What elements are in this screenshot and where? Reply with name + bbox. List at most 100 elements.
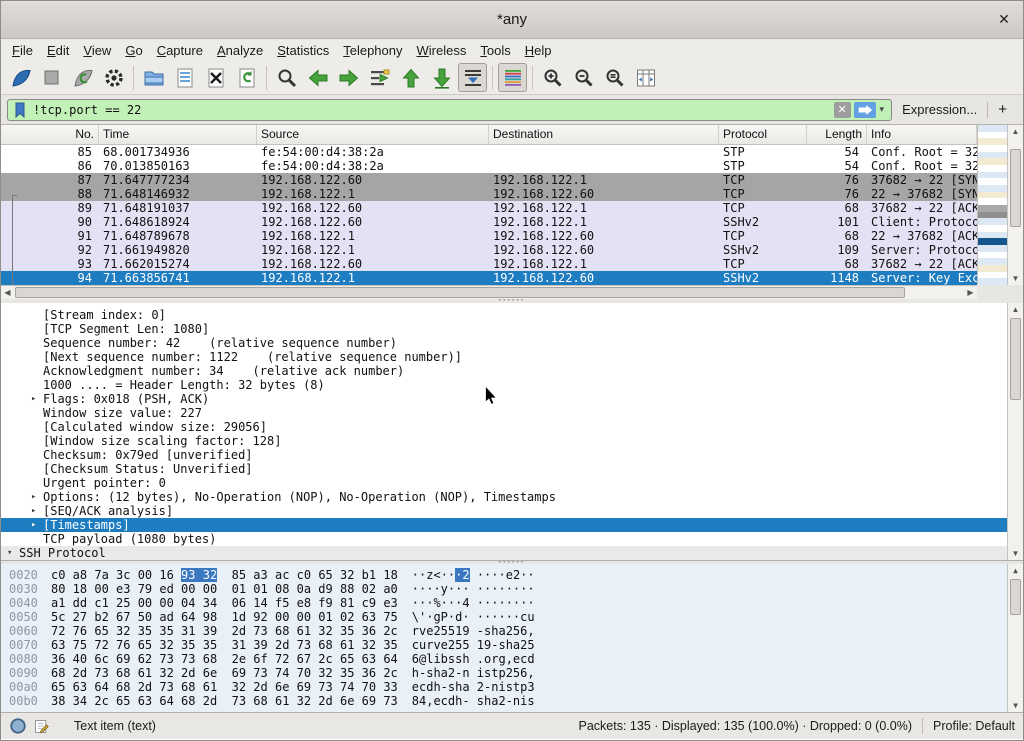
hex-bytes[interactable]: 5c 27 b2 67 50 ad 64 98 1d 92 00 00 01 0… bbox=[51, 610, 398, 624]
detail-line[interactable]: [Stream index: 0] bbox=[1, 308, 1007, 322]
expression-button[interactable]: Expression... bbox=[892, 102, 987, 117]
profile-selector[interactable]: Profile: Default bbox=[933, 719, 1015, 733]
hex-ascii[interactable]: ecdh-sha 2-nistp3 bbox=[412, 680, 535, 694]
hex-bytes[interactable]: 65 63 64 68 2d 73 68 61 32 2d 6e 69 73 7… bbox=[51, 680, 398, 694]
detail-line[interactable]: Checksum: 0x79ed [unverified] bbox=[1, 448, 1007, 462]
zoom-100-icon[interactable] bbox=[600, 63, 629, 92]
hex-ascii[interactable]: \'·gP·d· ······cu bbox=[412, 610, 535, 624]
filter-history-dropdown-icon[interactable]: ▾ bbox=[876, 104, 889, 115]
detail-line[interactable]: [Next sequence number: 1122 (relative se… bbox=[1, 350, 1007, 364]
menu-item-capture[interactable]: Capture bbox=[150, 41, 210, 60]
zoom-out-icon[interactable] bbox=[569, 63, 598, 92]
detail-line[interactable]: Acknowledgment number: 34 (relative ack … bbox=[1, 364, 1007, 378]
scroll-down-icon[interactable]: ▼ bbox=[1008, 699, 1023, 712]
column-header-time[interactable]: Time bbox=[99, 125, 257, 144]
bookmark-icon[interactable] bbox=[11, 101, 29, 119]
display-filter-input[interactable]: !tcp.port == 22 ✕ ▾ bbox=[7, 99, 892, 121]
resize-columns-icon[interactable] bbox=[631, 63, 660, 92]
close-file-icon[interactable] bbox=[201, 63, 230, 92]
detail-line[interactable]: [Calculated window size: 29056] bbox=[1, 420, 1007, 434]
zoom-in-icon[interactable] bbox=[538, 63, 567, 92]
detail-line[interactable]: 1000 .... = Header Length: 32 bytes (8) bbox=[1, 378, 1007, 392]
hex-bytes[interactable]: a1 dd c1 25 00 00 04 34 06 14 f5 e8 f9 8… bbox=[51, 596, 398, 610]
detail-line[interactable]: [Checksum Status: Unverified] bbox=[1, 462, 1007, 476]
collapsed-arrow-icon[interactable]: ▸ bbox=[31, 560, 43, 561]
detail-line[interactable]: ▾SSH Protocol bbox=[1, 546, 1007, 560]
column-header-destination[interactable]: Destination bbox=[489, 125, 719, 144]
packet-row-88[interactable]: 8871.648146932192.168.122.1192.168.122.6… bbox=[1, 187, 977, 201]
go-first-icon[interactable] bbox=[396, 63, 425, 92]
restart-capture-icon[interactable] bbox=[68, 63, 97, 92]
detail-line[interactable]: ▸[SEQ/ACK analysis] bbox=[1, 504, 1007, 518]
detail-line[interactable]: TCP payload (1080 bytes) bbox=[1, 532, 1007, 546]
hex-bytes[interactable]: 36 40 6c 69 62 73 73 68 2e 6f 72 67 2c 6… bbox=[51, 652, 398, 666]
hex-row[interactable]: 003080 18 00 e3 79 ed 00 00 01 01 08 0a … bbox=[1, 582, 1023, 596]
detail-line[interactable]: Sequence number: 42 (relative sequence n… bbox=[1, 336, 1007, 350]
column-header-no[interactable]: No. bbox=[1, 125, 99, 144]
packet-list-header[interactable]: No.TimeSourceDestinationProtocolLengthIn… bbox=[1, 125, 977, 145]
scrollbar-thumb[interactable] bbox=[1010, 149, 1021, 227]
column-header-protocol[interactable]: Protocol bbox=[719, 125, 807, 144]
packet-row-91[interactable]: 9171.648789678192.168.122.1192.168.122.6… bbox=[1, 229, 977, 243]
scroll-up-icon[interactable]: ▲ bbox=[1008, 125, 1023, 138]
detail-line[interactable]: ▸SSH Version 2 (encryption:chacha20-poly… bbox=[1, 560, 1007, 561]
packet-list-hscrollbar[interactable]: ◀ ▶ bbox=[1, 285, 977, 299]
hex-row[interactable]: 0020c0 a8 7a 3c 00 16 93 32 85 a3 ac c0 … bbox=[1, 568, 1023, 582]
hex-row[interactable]: 00b038 34 2c 65 63 64 68 2d 73 68 61 32 … bbox=[1, 694, 1023, 708]
intelligent-scrollbar-minimap[interactable] bbox=[977, 125, 1007, 285]
scroll-left-icon[interactable]: ◀ bbox=[1, 286, 14, 299]
hex-bytes[interactable]: 80 18 00 e3 79 ed 00 00 01 01 08 0a d9 8… bbox=[51, 582, 398, 596]
detail-line[interactable]: ▸Options: (12 bytes), No-Operation (NOP)… bbox=[1, 490, 1007, 504]
find-packet-icon[interactable] bbox=[272, 63, 301, 92]
column-header-length[interactable]: Length bbox=[807, 125, 867, 144]
packet-row-87[interactable]: 8771.647777234192.168.122.60192.168.122.… bbox=[1, 173, 977, 187]
expert-info-icon[interactable] bbox=[9, 717, 27, 735]
scrollbar-thumb[interactable] bbox=[15, 287, 905, 298]
hex-row[interactable]: 00505c 27 b2 67 50 ad 64 98 1d 92 00 00 … bbox=[1, 610, 1023, 624]
packet-row-89[interactable]: 8971.648191037192.168.122.60192.168.122.… bbox=[1, 201, 977, 215]
menu-item-go[interactable]: Go bbox=[118, 41, 149, 60]
menu-item-edit[interactable]: Edit bbox=[40, 41, 76, 60]
detail-line[interactable]: Urgent pointer: 0 bbox=[1, 476, 1007, 490]
menu-item-tools[interactable]: Tools bbox=[473, 41, 517, 60]
column-header-source[interactable]: Source bbox=[257, 125, 489, 144]
colorize-icon[interactable] bbox=[498, 63, 527, 92]
save-file-icon[interactable] bbox=[170, 63, 199, 92]
hex-row[interactable]: 00a065 63 64 68 2d 73 68 61 32 2d 6e 69 … bbox=[1, 680, 1023, 694]
details-vscrollbar[interactable]: ▲ ▼ bbox=[1007, 303, 1023, 560]
collapsed-arrow-icon[interactable]: ▸ bbox=[31, 504, 43, 518]
scroll-up-icon[interactable]: ▲ bbox=[1008, 303, 1023, 316]
hex-bytes[interactable]: 68 2d 73 68 61 32 2d 6e 69 73 74 70 32 3… bbox=[51, 666, 398, 680]
packet-row-85[interactable]: 8568.001734936fe:54:00:d4:38:2aSTP54Conf… bbox=[1, 145, 977, 159]
hex-bytes[interactable]: 38 34 2c 65 63 64 68 2d 73 68 61 32 2d 6… bbox=[51, 694, 398, 708]
clear-filter-icon[interactable]: ✕ bbox=[834, 102, 851, 118]
detail-line[interactable]: [Window size scaling factor: 128] bbox=[1, 434, 1007, 448]
menu-item-analyze[interactable]: Analyze bbox=[210, 41, 270, 60]
hex-bytes[interactable]: 63 75 72 76 65 32 35 35 31 39 2d 73 68 6… bbox=[51, 638, 398, 652]
hex-ascii[interactable]: ··z<···2 ····e2·· bbox=[412, 568, 535, 582]
packet-row-92[interactable]: 9271.661949820192.168.122.1192.168.122.6… bbox=[1, 243, 977, 257]
hex-ascii[interactable]: rve25519 -sha256, bbox=[412, 624, 535, 638]
menu-item-view[interactable]: View bbox=[76, 41, 118, 60]
menu-item-wireless[interactable]: Wireless bbox=[410, 41, 474, 60]
hex-row[interactable]: 008036 40 6c 69 62 73 73 68 2e 6f 72 67 … bbox=[1, 652, 1023, 666]
packet-row-90[interactable]: 9071.648618924192.168.122.60192.168.122.… bbox=[1, 215, 977, 229]
apply-filter-icon[interactable] bbox=[854, 102, 876, 118]
close-icon[interactable]: ✕ bbox=[995, 10, 1013, 28]
collapsed-arrow-icon[interactable]: ▸ bbox=[31, 392, 43, 406]
hex-row[interactable]: 0040a1 dd c1 25 00 00 04 34 06 14 f5 e8 … bbox=[1, 596, 1023, 610]
hex-bytes[interactable]: c0 a8 7a 3c 00 16 93 32 85 a3 ac c0 65 3… bbox=[51, 568, 398, 582]
detail-line[interactable]: [TCP Segment Len: 1080] bbox=[1, 322, 1007, 336]
menu-item-help[interactable]: Help bbox=[518, 41, 559, 60]
detail-line[interactable]: Window size value: 227 bbox=[1, 406, 1007, 420]
auto-scroll-icon[interactable] bbox=[458, 63, 487, 92]
go-forward-icon[interactable] bbox=[334, 63, 363, 92]
packet-row-93[interactable]: 9371.662015274192.168.122.60192.168.122.… bbox=[1, 257, 977, 271]
scroll-down-icon[interactable]: ▼ bbox=[1008, 272, 1023, 285]
hex-row[interactable]: 007063 75 72 76 65 32 35 35 31 39 2d 73 … bbox=[1, 638, 1023, 652]
column-header-info[interactable]: Info bbox=[867, 125, 977, 144]
start-capture-icon[interactable] bbox=[6, 63, 35, 92]
scroll-right-icon[interactable]: ▶ bbox=[964, 286, 977, 299]
scroll-down-icon[interactable]: ▼ bbox=[1008, 547, 1023, 560]
menu-item-file[interactable]: File bbox=[5, 41, 40, 60]
